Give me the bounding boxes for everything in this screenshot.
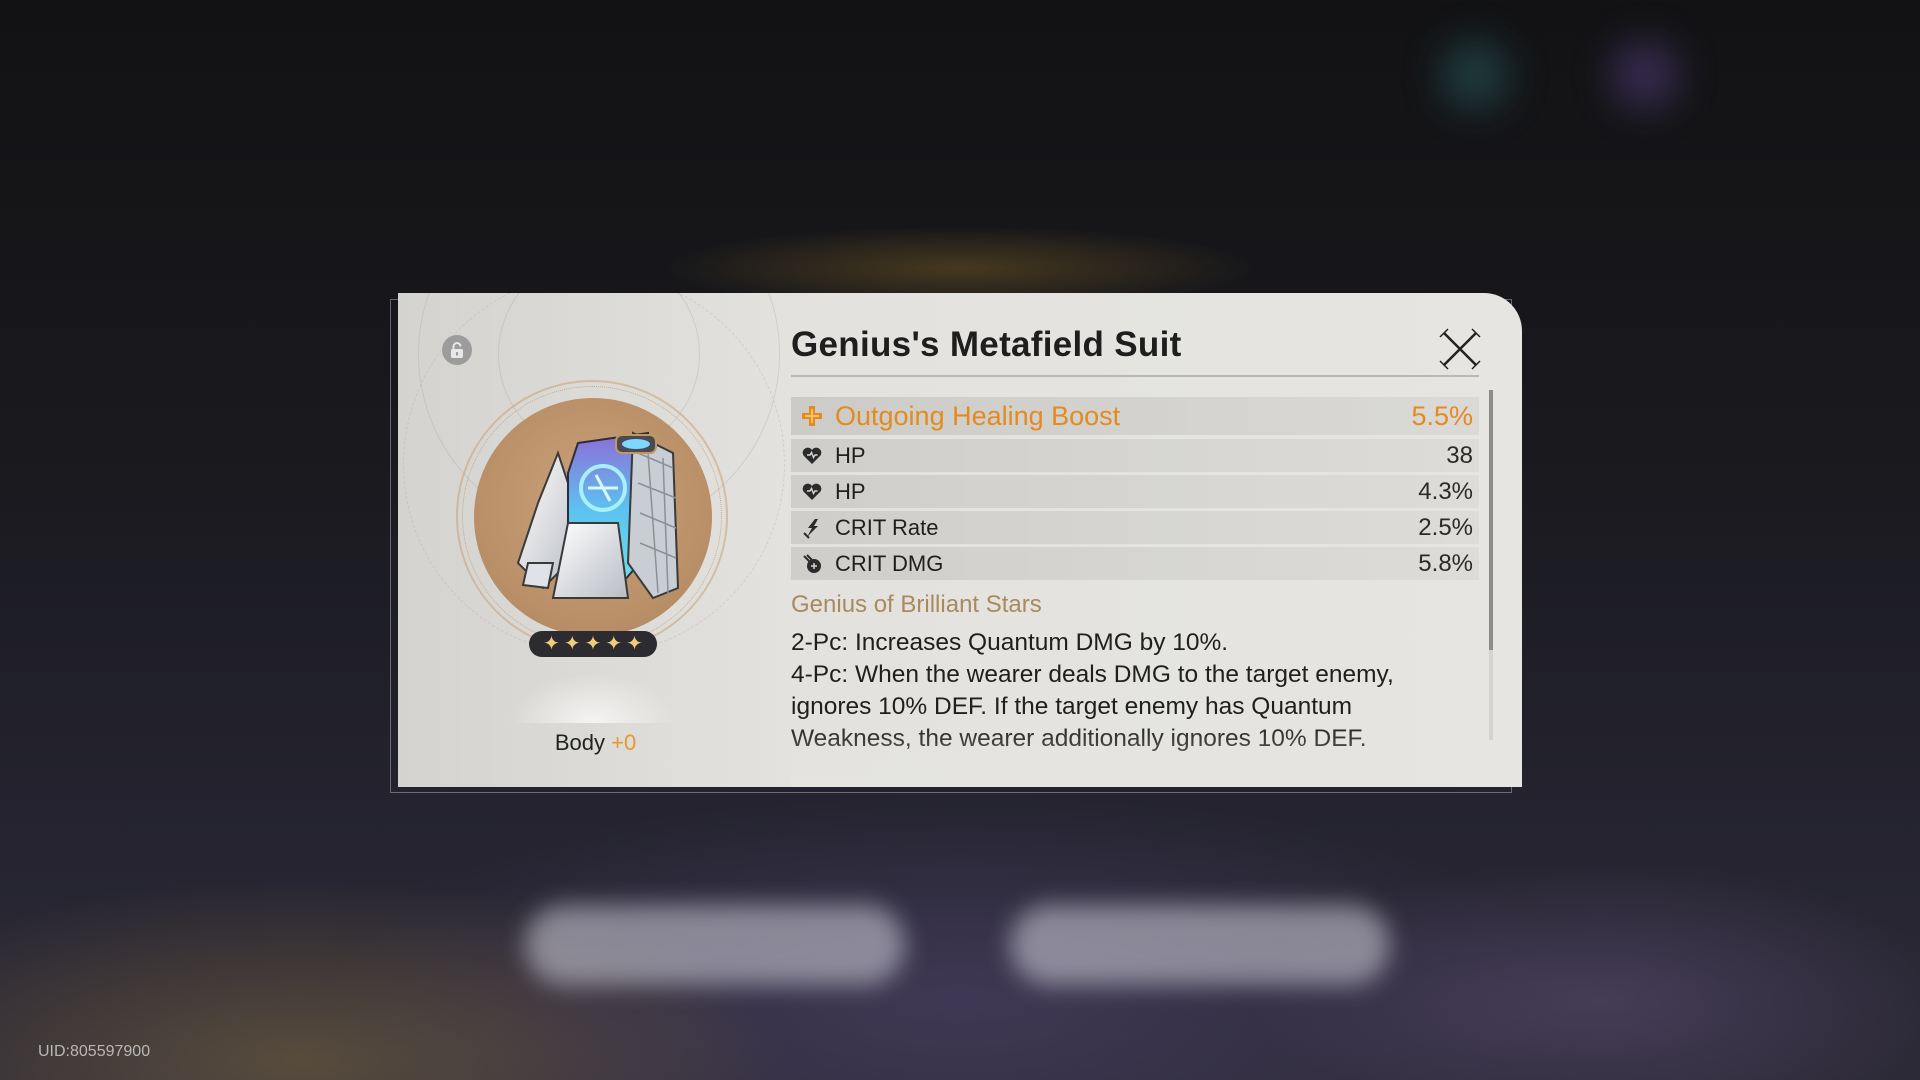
sub-stat-row: HP 4.3% <box>791 475 1479 508</box>
relic-level: +0 <box>611 730 637 755</box>
uid-label: UID:805597900 <box>38 1043 151 1060</box>
set-bonus-2pc: 2-Pc: Increases Quantum DMG by 10%. <box>791 629 1229 656</box>
background-glow-purple <box>1610 40 1680 110</box>
hp-heart-icon <box>799 479 825 505</box>
scrollbar-thumb[interactable] <box>1489 390 1493 650</box>
sub-stat-label: CRIT DMG <box>835 550 944 576</box>
sub-stat-value: 5.8% <box>1418 549 1473 577</box>
sub-stat-row: CRIT Rate 2.5% <box>791 511 1479 544</box>
background-button-blurred-right <box>1010 905 1390 985</box>
stats-list: Outgoing Healing Boost 5.5% HP 38 HP 4.3… <box>791 397 1479 583</box>
background-button-blurred-left <box>525 905 905 985</box>
sub-stat-value: 38 <box>1446 441 1473 469</box>
relic-suit-image <box>516 431 680 600</box>
sub-stat-value: 2.5% <box>1418 513 1473 541</box>
healing-cross-icon <box>799 403 825 429</box>
main-stat-value: 5.5% <box>1411 400 1473 431</box>
relic-slot: Body <box>554 730 605 755</box>
relic-detail-panel: ✦ ✦ ✦ ✦ ✦ Body +0 Genius's Metafield Sui… <box>398 293 1522 787</box>
main-stat-label: Outgoing Healing Boost <box>835 400 1121 431</box>
rarity-stars: ✦ ✦ ✦ ✦ ✦ <box>529 631 657 657</box>
text-fade-overlay <box>791 723 1481 787</box>
sub-stat-label: CRIT Rate <box>835 514 939 540</box>
sub-stat-value: 4.3% <box>1418 477 1473 505</box>
background-glow-teal <box>1440 40 1510 110</box>
star-icon: ✦ <box>605 633 623 655</box>
relic-title: Genius's Metafield Suit <box>791 325 1182 364</box>
star-icon: ✦ <box>563 633 581 655</box>
star-icon: ✦ <box>584 633 602 655</box>
details-scrollbar[interactable] <box>1489 390 1493 740</box>
crit-rate-icon <box>799 515 825 541</box>
star-icon: ✦ <box>543 633 560 655</box>
sub-stat-label: HP <box>835 478 866 504</box>
sub-stat-row: CRIT DMG 5.8% <box>791 547 1479 580</box>
relic-pedestal <box>508 673 678 723</box>
sub-stat-label: HP <box>835 442 866 468</box>
hp-heart-icon <box>799 443 825 469</box>
title-divider <box>791 375 1479 377</box>
relic-slot-level: Body +0 <box>398 730 793 756</box>
close-button[interactable] <box>1438 327 1482 371</box>
star-icon: ✦ <box>626 633 643 655</box>
sub-stat-row: HP 38 <box>791 439 1479 472</box>
main-stat-row: Outgoing Healing Boost 5.5% <box>791 397 1479 435</box>
lock-icon[interactable] <box>442 335 472 365</box>
set-name: Genius of Brilliant Stars <box>791 591 1042 618</box>
close-icon[interactable] <box>1438 327 1482 371</box>
crit-dmg-icon <box>799 551 825 577</box>
